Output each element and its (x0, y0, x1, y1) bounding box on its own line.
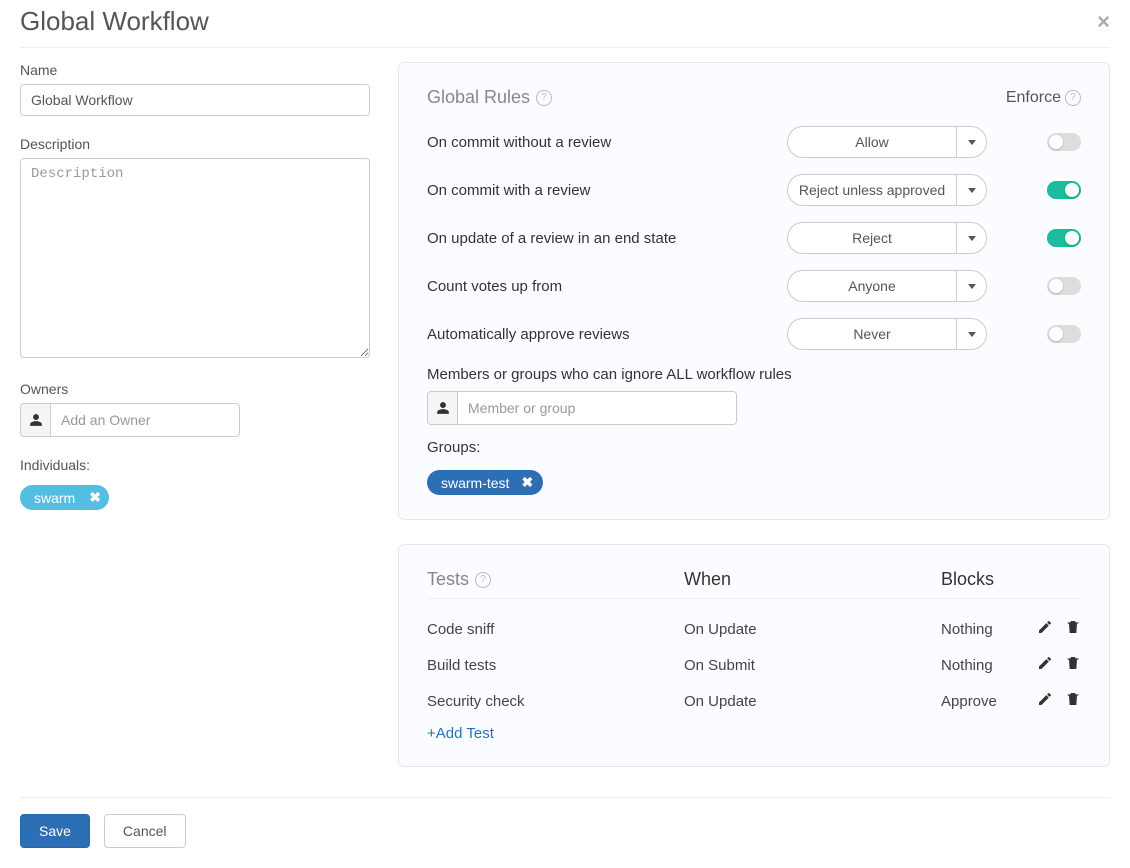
cancel-button[interactable]: Cancel (104, 814, 186, 848)
individual-tag-label: swarm (34, 490, 75, 506)
enforce-label: Enforce ? (1006, 87, 1081, 108)
test-row: Code sniff On Update Nothing (427, 611, 1081, 647)
enforce-toggle[interactable] (1047, 325, 1081, 343)
test-name: Build tests (427, 657, 684, 674)
test-when: On Update (684, 693, 941, 710)
help-icon[interactable]: ? (536, 90, 552, 106)
chevron-down-icon[interactable] (956, 319, 986, 349)
enforce-toggle[interactable] (1047, 229, 1081, 247)
page-title: Global Workflow (20, 6, 209, 37)
add-test-link[interactable]: +Add Test (427, 725, 494, 742)
owners-label: Owners (20, 381, 370, 397)
tests-blocks-header: Blocks (941, 569, 1081, 590)
rule-select[interactable]: Never (787, 318, 987, 350)
tests-panel: Tests ? When Blocks Code sniff On Update… (398, 544, 1110, 767)
enforce-toggle[interactable] (1047, 133, 1081, 151)
description-textarea[interactable] (20, 158, 370, 358)
rule-select[interactable]: Allow (787, 126, 987, 158)
rule-label: On commit with a review (427, 182, 787, 199)
edit-icon[interactable] (1037, 655, 1053, 675)
owner-input[interactable] (50, 403, 240, 437)
test-when: On Submit (684, 657, 941, 674)
test-blocks: Nothing (941, 621, 1041, 638)
rule-select[interactable]: Reject unless approved (787, 174, 987, 206)
global-rules-panel: Global Rules ? Enforce ? On commit witho… (398, 62, 1110, 520)
help-icon[interactable]: ? (1065, 90, 1081, 106)
enforce-toggle[interactable] (1047, 277, 1081, 295)
test-row: Security check On Update Approve (427, 683, 1081, 719)
group-tag[interactable]: swarm-test ✖ (427, 470, 543, 495)
test-blocks: Approve (941, 693, 1041, 710)
tests-title: Tests ? (427, 569, 684, 590)
chevron-down-icon[interactable] (956, 127, 986, 157)
chevron-down-icon[interactable] (956, 175, 986, 205)
name-input[interactable] (20, 84, 370, 116)
enforce-toggle[interactable] (1047, 181, 1081, 199)
test-name: Code sniff (427, 621, 684, 638)
save-button[interactable]: Save (20, 814, 90, 848)
person-icon (427, 391, 457, 425)
chevron-down-icon[interactable] (956, 223, 986, 253)
members-label: Members or groups who can ignore ALL wor… (427, 366, 1081, 383)
test-name: Security check (427, 693, 684, 710)
test-row: Build tests On Submit Nothing (427, 647, 1081, 683)
edit-icon[interactable] (1037, 619, 1053, 639)
name-label: Name (20, 62, 370, 78)
rule-label: Automatically approve reviews (427, 326, 787, 343)
groups-label: Groups: (427, 439, 1081, 456)
member-input[interactable] (457, 391, 737, 425)
global-rules-title: Global Rules ? (427, 87, 552, 108)
remove-group-icon[interactable]: ✖ (521, 474, 533, 491)
remove-individual-icon[interactable]: ✖ (89, 489, 101, 506)
edit-icon[interactable] (1037, 691, 1053, 711)
test-when: On Update (684, 621, 941, 638)
rule-label: On update of a review in an end state (427, 230, 787, 247)
person-icon (20, 403, 50, 437)
individual-tag[interactable]: swarm ✖ (20, 485, 109, 510)
group-tag-label: swarm-test (441, 475, 509, 491)
help-icon[interactable]: ? (475, 572, 491, 588)
rule-label: On commit without a review (427, 134, 787, 151)
rule-select[interactable]: Reject (787, 222, 987, 254)
trash-icon[interactable] (1065, 619, 1081, 639)
chevron-down-icon[interactable] (956, 271, 986, 301)
tests-when-header: When (684, 569, 941, 590)
trash-icon[interactable] (1065, 691, 1081, 711)
description-label: Description (20, 136, 370, 152)
rule-label: Count votes up from (427, 278, 787, 295)
close-icon[interactable]: × (1097, 9, 1110, 35)
rule-select[interactable]: Anyone (787, 270, 987, 302)
test-blocks: Nothing (941, 657, 1041, 674)
trash-icon[interactable] (1065, 655, 1081, 675)
individuals-label: Individuals: (20, 457, 370, 473)
